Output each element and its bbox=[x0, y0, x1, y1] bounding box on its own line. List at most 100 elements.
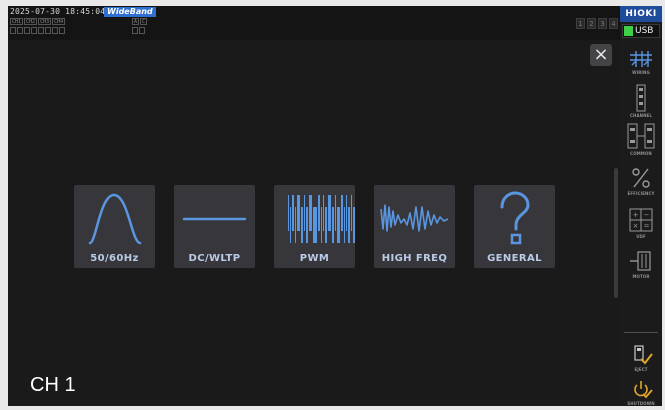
extra-label: A bbox=[132, 18, 140, 25]
scrollbar[interactable] bbox=[614, 168, 618, 298]
close-button[interactable]: × bbox=[590, 44, 612, 66]
channel-title: CH 1 bbox=[30, 374, 76, 396]
pwm-pulse bbox=[351, 195, 352, 231]
wave-button-pwm[interactable]: PWM bbox=[274, 185, 355, 268]
svg-text:=: = bbox=[644, 222, 650, 230]
pwm-pulse bbox=[328, 195, 331, 231]
svg-text:+: + bbox=[633, 211, 639, 219]
channel-label: CH1 bbox=[10, 18, 24, 25]
extra-indicator-row bbox=[132, 27, 145, 34]
pwm-pulse bbox=[346, 195, 347, 231]
page-number[interactable]: 2 bbox=[587, 18, 596, 29]
extra-indicator bbox=[139, 27, 145, 34]
sidebar-item-label: COMMON bbox=[630, 151, 652, 156]
eject-icon bbox=[634, 345, 653, 365]
pwm-pulse bbox=[309, 195, 312, 231]
channel-indicator bbox=[24, 27, 30, 34]
channel-label-row: CH1 CH2 CH3 CH4 bbox=[10, 18, 66, 25]
pwm-pulse bbox=[288, 195, 289, 231]
sidebar-item-label: EJECT bbox=[634, 367, 648, 372]
wave-button-label: GENERAL bbox=[487, 253, 542, 264]
pwm-pulse bbox=[325, 207, 327, 243]
extra-indicator bbox=[132, 27, 138, 34]
pwm-pulse bbox=[353, 207, 355, 243]
usb-led-icon bbox=[624, 26, 633, 36]
sidebar-item-shutdown[interactable]: SHUTDOWN bbox=[620, 380, 662, 406]
wave-button-label: 50/60Hz bbox=[90, 253, 139, 264]
efficiency-icon bbox=[632, 168, 650, 188]
wiring-icon bbox=[630, 51, 652, 67]
sidebar-item-common[interactable]: COMMON bbox=[620, 122, 662, 156]
pwm-pulse bbox=[323, 195, 324, 231]
sidebar-item-udf[interactable]: + − × = UDF bbox=[620, 207, 662, 239]
status-bar: 2025-07-30 18:45:04 WideBand CH1 CH2 CH3… bbox=[8, 6, 620, 40]
pwm-pulse bbox=[318, 195, 320, 231]
udf-icon: + − × = bbox=[629, 208, 653, 232]
pwm-pulse bbox=[335, 195, 336, 231]
svg-text:−: − bbox=[644, 211, 650, 219]
sidebar-item-label: SHUTDOWN bbox=[627, 401, 655, 406]
waveform-button-group: 50/60Hz DC/WLTP PWM HIGH FREQ GENERAL bbox=[74, 185, 555, 268]
pwm-pulse bbox=[348, 207, 350, 243]
channel-indicator bbox=[59, 27, 65, 34]
sidebar-item-channel[interactable]: CHANNEL bbox=[620, 84, 662, 118]
sidebar-divider bbox=[624, 332, 658, 333]
page-number[interactable]: 1 bbox=[576, 18, 585, 29]
high-freq-wave-icon bbox=[380, 204, 449, 232]
channel-indicator bbox=[52, 27, 58, 34]
wave-button-label: PWM bbox=[299, 253, 330, 264]
sine-wave-icon bbox=[88, 193, 142, 245]
channel-indicator bbox=[10, 27, 16, 34]
usb-label: USB bbox=[635, 26, 654, 36]
sidebar-item-eject[interactable]: EJECT bbox=[620, 344, 662, 372]
page-number[interactable]: 4 bbox=[609, 18, 618, 29]
usb-indicator: USB bbox=[622, 24, 660, 38]
page-number[interactable]: 3 bbox=[598, 18, 607, 29]
channel-indicator bbox=[31, 27, 37, 34]
mode-badge: WideBand bbox=[104, 7, 156, 17]
sidebar-item-label: MOTOR bbox=[632, 274, 650, 279]
instrument-screen: 2025-07-30 18:45:04 WideBand CH1 CH2 CH3… bbox=[0, 0, 665, 410]
channel-label: CH2 bbox=[24, 18, 38, 25]
wave-button-label: HIGH FREQ bbox=[381, 253, 448, 264]
extra-label: C bbox=[140, 18, 148, 25]
dc-line-icon bbox=[182, 217, 247, 221]
wave-button-50-60hz[interactable]: 50/60Hz bbox=[74, 185, 155, 268]
page-selector: 1 2 3 4 bbox=[576, 18, 618, 29]
wave-button-high-freq[interactable]: HIGH FREQ bbox=[374, 185, 455, 268]
svg-text:×: × bbox=[633, 222, 639, 230]
question-mark-icon bbox=[500, 191, 530, 245]
pwm-pulse bbox=[306, 207, 308, 243]
pwm-pulse bbox=[301, 207, 303, 243]
wave-button-dc-wltp[interactable]: DC/WLTP bbox=[174, 185, 255, 268]
pwm-pulse bbox=[297, 195, 300, 231]
sidebar-item-label: CHANNEL bbox=[629, 113, 653, 118]
wave-button-label: DC/WLTP bbox=[188, 253, 241, 264]
sidebar-item-label: WIRING bbox=[632, 70, 650, 75]
sidebar-item-efficiency[interactable]: EFFICIENCY bbox=[620, 166, 662, 196]
pwm-wave-icon bbox=[288, 195, 355, 243]
sidebar-item-wiring[interactable]: WIRING bbox=[620, 49, 662, 75]
channel-indicator-row bbox=[10, 27, 65, 34]
extra-label-row: A C bbox=[132, 18, 148, 25]
pwm-pulse bbox=[344, 207, 345, 243]
pwm-pulse bbox=[332, 207, 334, 243]
channel-label: CH3 bbox=[38, 18, 52, 25]
channel-indicator bbox=[17, 27, 23, 34]
channel-indicator bbox=[45, 27, 51, 34]
datetime-readout: 2025-07-30 18:45:04 bbox=[10, 7, 106, 16]
pwm-pulse bbox=[313, 207, 317, 243]
pwm-pulse bbox=[295, 207, 296, 243]
shutdown-icon bbox=[634, 381, 653, 399]
pwm-pulse bbox=[304, 195, 305, 231]
wave-button-general[interactable]: GENERAL bbox=[474, 185, 555, 268]
sidebar: HIOKI USB WIRING CHANNEL COMMON EFFICIEN… bbox=[620, 6, 662, 406]
sidebar-item-motor[interactable]: MOTOR bbox=[620, 249, 662, 279]
motor-icon bbox=[630, 251, 651, 271]
pwm-pulse bbox=[321, 207, 322, 243]
channel-indicator bbox=[38, 27, 44, 34]
sidebar-item-label: EFFICIENCY bbox=[627, 191, 655, 196]
channel-icon bbox=[636, 84, 646, 112]
waveform-select-dialog: × 50/60Hz DC/WLTP PWM HIGH FREQ GENERAL … bbox=[8, 40, 620, 406]
pwm-pulse bbox=[290, 207, 291, 243]
